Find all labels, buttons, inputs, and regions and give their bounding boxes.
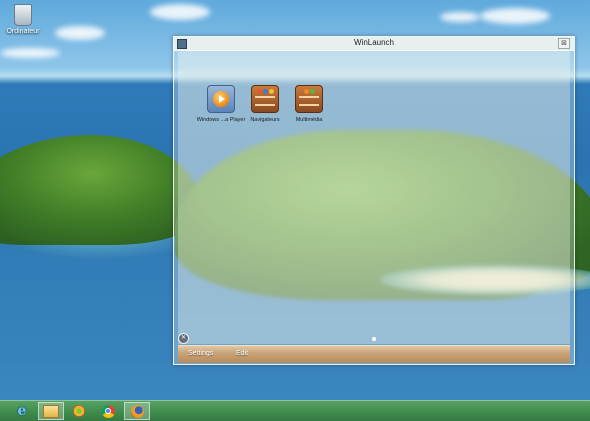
app-label: Navigateurs bbox=[250, 117, 280, 123]
chrome-icon bbox=[101, 404, 115, 418]
shelf-folder-icon bbox=[295, 85, 323, 113]
island-left bbox=[0, 135, 200, 245]
shelf-folder-icon bbox=[251, 85, 279, 113]
recycle-bin-icon bbox=[14, 4, 32, 26]
launcher-area: Windows ...a Player Navigateurs Multiméd… bbox=[178, 51, 570, 344]
firefox-icon bbox=[130, 404, 144, 418]
desktop-icon-recycle-bin[interactable]: Ordinateur bbox=[6, 4, 40, 35]
winlaunch-window[interactable]: WinLaunch ⊠ Windows ...a Player Navigate… bbox=[173, 36, 575, 365]
taskbar-item-firefox[interactable] bbox=[124, 402, 150, 420]
taskbar-item-winlaunch[interactable] bbox=[66, 402, 92, 420]
app-windows-media-player[interactable]: Windows ...a Player bbox=[196, 85, 246, 123]
media-player-icon bbox=[207, 85, 235, 113]
winlaunch-icon bbox=[73, 405, 85, 417]
desktop-icon-label: Ordinateur bbox=[6, 28, 40, 35]
app-multimedia[interactable]: Multimédia bbox=[284, 85, 334, 123]
settings-button[interactable]: Settings bbox=[188, 350, 213, 357]
bottom-bar: Settings Edit bbox=[178, 345, 570, 363]
window-title: WinLaunch bbox=[353, 38, 395, 47]
taskbar-item-internet-explorer[interactable]: e bbox=[9, 402, 35, 420]
taskbar: e bbox=[0, 400, 590, 421]
close-circle-icon[interactable]: ✕ bbox=[178, 333, 189, 344]
edit-button[interactable]: Edit bbox=[236, 350, 248, 357]
app-navigateurs[interactable]: Navigateurs bbox=[240, 85, 290, 123]
app-label: Multimédia bbox=[295, 117, 323, 123]
taskbar-item-file-explorer[interactable] bbox=[38, 402, 64, 420]
app-label: Windows ...a Player bbox=[196, 117, 246, 123]
close-button[interactable]: ⊠ bbox=[558, 38, 570, 49]
ie-icon: e bbox=[17, 403, 27, 419]
folder-icon bbox=[43, 404, 59, 418]
taskbar-item-chrome[interactable] bbox=[95, 402, 121, 420]
title-bar[interactable]: WinLaunch ⊠ bbox=[174, 37, 574, 51]
page-indicator-dot[interactable] bbox=[372, 337, 376, 341]
